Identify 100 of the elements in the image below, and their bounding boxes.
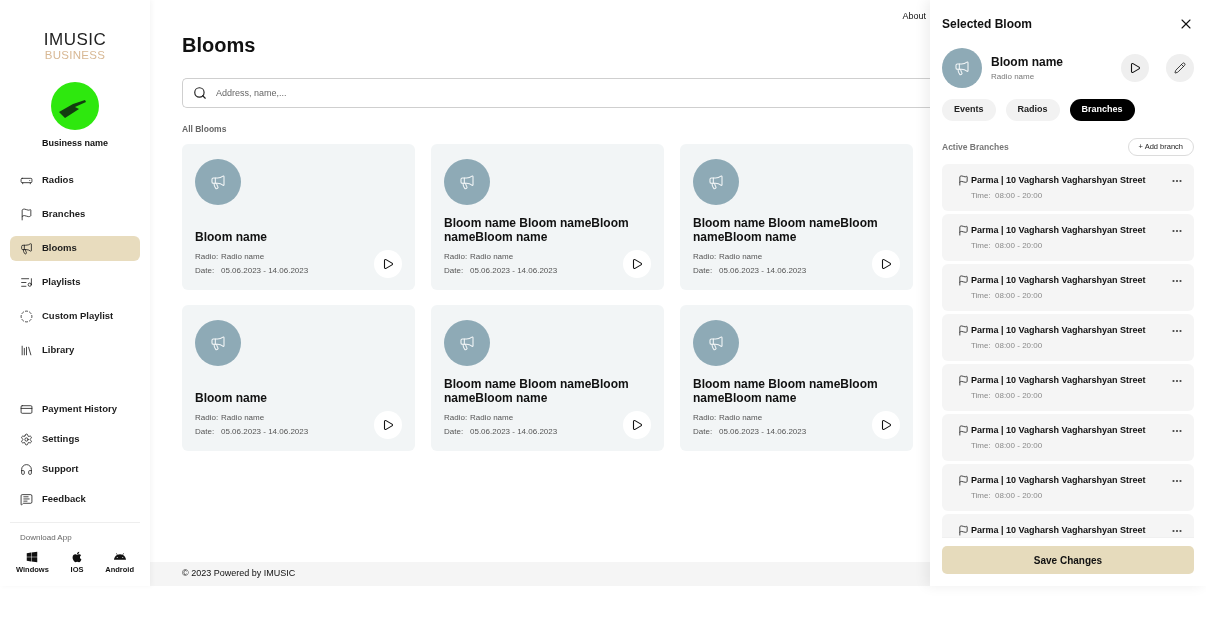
play-button[interactable] <box>623 411 651 439</box>
branch-item[interactable]: Parma | 10 Vagharsh Vagharshyan Street Time: 08:00 - 20:00 <box>942 164 1194 211</box>
search-icon <box>193 86 207 100</box>
save-button[interactable]: Save Changes <box>942 546 1194 574</box>
time-label: Time: <box>971 191 992 201</box>
branch-item[interactable]: Parma | 10 Vagharsh Vagharshyan Street Time: 08:00 - 20:00 <box>942 264 1194 311</box>
meta-label: Radio: <box>693 412 718 424</box>
flag-icon <box>958 425 969 436</box>
play-button[interactable] <box>623 250 651 278</box>
edit-button[interactable] <box>1166 54 1194 82</box>
flag-icon <box>958 525 969 536</box>
sidebar-nav-item[interactable]: Library <box>10 338 140 363</box>
meta-value: Radio name <box>221 412 265 424</box>
play-icon <box>382 419 394 431</box>
play-button[interactable] <box>374 250 402 278</box>
branch-item[interactable]: Parma | 10 Vagharsh Vagharshyan Street Time: 08:00 - 20:00 <box>942 314 1194 361</box>
branch-item[interactable]: Parma | 10 Vagharsh Vagharshyan Street Time: 08:00 - 20:00 <box>942 414 1194 461</box>
meta-label: Date: <box>693 426 714 438</box>
flag-icon <box>20 208 33 221</box>
sidebar-nav-item[interactable]: Playlists <box>10 270 140 295</box>
tab[interactable]: Radios <box>1005 99 1060 121</box>
branch-item[interactable]: Parma | 10 Vagharsh Vagharshyan Street Time: 08:00 - 20:00 <box>942 464 1194 511</box>
branch-name: Parma | 10 Vagharsh Vagharshyan Street <box>971 475 1147 486</box>
megaphone-icon <box>195 320 241 366</box>
sidebar-nav-item[interactable]: Branches <box>10 202 140 227</box>
meta-value: 05.06.2023 - 14.06.2023 <box>719 265 807 277</box>
bloom-card[interactable]: Bloom name Radio: Radio name Date: 05.06.2023 - 14.06.2023 <box>182 305 415 451</box>
playlist-icon <box>20 276 33 289</box>
meta-label: Radio: <box>693 251 718 263</box>
time-value: 08:00 - 20:00 <box>995 241 1043 251</box>
play-button[interactable] <box>1121 54 1149 82</box>
meta-label: Radio: <box>195 251 220 263</box>
branch-name: Parma | 10 Vagharsh Vagharshyan Street <box>971 225 1147 236</box>
branch-name: Parma | 10 Vagharsh Vagharshyan Street <box>971 325 1147 336</box>
bloom-card[interactable]: Bloom name Bloom nameBloom nameBloom name Radio: Radio name Date: 05.06.2023 - 14.06.2023 <box>431 305 664 451</box>
time-label: Time: <box>971 391 992 401</box>
time-label: Time: <box>971 491 992 501</box>
business-name: Business name <box>42 137 108 149</box>
library-icon <box>20 344 33 357</box>
bloom-name: Bloom name Bloom nameBloom nameBloom name <box>693 216 879 244</box>
bloom-card[interactable]: Bloom name Bloom nameBloom nameBloom name Radio: Radio name Date: 05.06.2023 - 14.06.2023 <box>431 144 664 290</box>
credit-card-icon <box>20 403 33 416</box>
bloom-name: Bloom name Bloom nameBloom nameBloom name <box>444 216 630 244</box>
megaphone-icon <box>942 48 982 88</box>
time-value: 08:00 - 20:00 <box>995 441 1043 451</box>
time-label: Time: <box>971 241 992 251</box>
search-field[interactable]: Address, name,... <box>182 78 930 108</box>
meta-value: Radio name <box>470 412 514 424</box>
meta-value: Radio name <box>719 412 763 424</box>
bloom-name: Bloom name Bloom nameBloom nameBloom name <box>444 377 630 405</box>
play-icon <box>382 258 394 270</box>
settings-icon <box>20 433 33 446</box>
meta-value: 05.06.2023 - 14.06.2023 <box>719 426 807 438</box>
download-title: Download App <box>19 533 73 543</box>
branch-name: Parma | 10 Vagharsh Vagharshyan Street <box>971 375 1147 386</box>
sidebar-nav-item[interactable]: Support <box>10 457 140 482</box>
sidebar-nav-item[interactable]: Settings <box>10 427 140 452</box>
meta-label: Radio: <box>444 251 469 263</box>
top-nav-link[interactable]: About <box>902 10 926 22</box>
flag-icon <box>958 275 969 286</box>
meta-label: Date: <box>195 265 216 277</box>
play-button[interactable] <box>872 250 900 278</box>
tab[interactable]: Events <box>942 99 996 121</box>
time-label: Time: <box>971 291 992 301</box>
play-button[interactable] <box>872 411 900 439</box>
play-icon <box>631 419 643 431</box>
logo-tagline: BUSINESS <box>44 49 106 61</box>
flag-icon <box>958 175 969 186</box>
branch-name: Parma | 10 Vagharsh Vagharshyan Street <box>971 425 1147 436</box>
play-button[interactable] <box>374 411 402 439</box>
business-logo-image <box>51 82 99 130</box>
sidebar-nav-item[interactable]: Radios <box>10 168 140 193</box>
flag-icon <box>958 225 969 236</box>
bloom-name: Bloom name <box>195 391 268 405</box>
megaphone-icon <box>20 242 33 255</box>
chat-bubble-icon <box>20 493 33 506</box>
bloom-name: Bloom name Bloom nameBloom nameBloom name <box>693 377 879 405</box>
branch-name: Parma | 10 Vagharsh Vagharshyan Street <box>971 525 1147 536</box>
flag-icon <box>958 475 969 486</box>
meta-value: 05.06.2023 - 14.06.2023 <box>470 265 558 277</box>
branch-item[interactable]: Parma | 10 Vagharsh Vagharshyan Street Time: 08:00 - 20:00 <box>942 214 1194 261</box>
sidebar-nav-item[interactable]: Custom Playlist <box>10 304 140 329</box>
dashed-circle-icon <box>20 310 33 323</box>
footer-text: © 2023 Powered by IMUSIC <box>182 567 296 581</box>
sidebar-nav-item[interactable]: Blooms <box>10 236 140 261</box>
tab[interactable]: Branches <box>1069 99 1135 121</box>
branch-item[interactable]: Parma | 10 Vagharsh Vagharshyan Street Time: 08:00 - 20:00 <box>942 364 1194 411</box>
radio-name: Radio name <box>991 71 1036 82</box>
bloom-card[interactable]: Bloom name Bloom nameBloom nameBloom name Radio: Radio name Date: 05.06.2023 - 14.06.2023 <box>680 305 913 451</box>
bloom-card[interactable]: Bloom name Bloom nameBloom nameBloom name Radio: Radio name Date: 05.06.2023 - 14.06.2023 <box>680 144 913 290</box>
meta-value: Radio name <box>221 251 265 263</box>
time-value: 08:00 - 20:00 <box>995 391 1043 401</box>
bloom-card[interactable]: Bloom name Radio: Radio name Date: 05.06.2023 - 14.06.2023 <box>182 144 415 290</box>
sidebar-nav-item[interactable]: Payment History <box>10 397 140 422</box>
sidebar-nav-item[interactable]: Feedback <box>10 487 140 512</box>
branch-item[interactable]: Parma | 10 Vagharsh Vagharshyan Street <box>942 514 1194 537</box>
branch-name: Parma | 10 Vagharsh Vagharshyan Street <box>971 175 1147 186</box>
time-value: 08:00 - 20:00 <box>995 191 1043 201</box>
time-label: Time: <box>971 441 992 451</box>
meta-value: Radio name <box>719 251 763 263</box>
